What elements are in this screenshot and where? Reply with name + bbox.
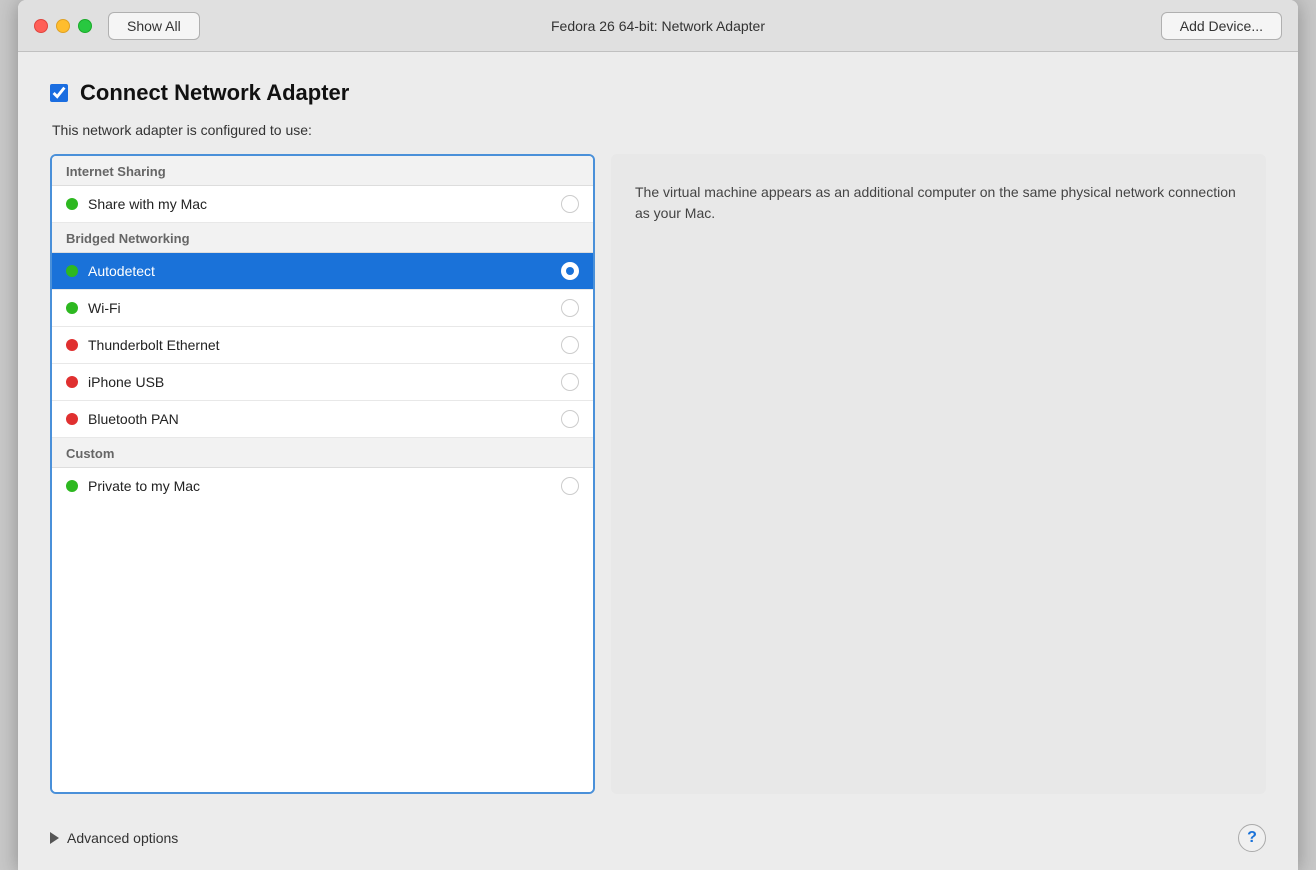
connect-title: Connect Network Adapter bbox=[80, 80, 349, 106]
radio-autodetect[interactable] bbox=[561, 262, 579, 280]
item-label-bluetooth: Bluetooth PAN bbox=[88, 411, 551, 427]
window-title: Fedora 26 64-bit: Network Adapter bbox=[551, 18, 765, 34]
help-button[interactable]: ? bbox=[1238, 824, 1266, 852]
radio-thunderbolt[interactable] bbox=[561, 336, 579, 354]
main-window: Show All Fedora 26 64-bit: Network Adapt… bbox=[18, 0, 1298, 870]
status-dot-private bbox=[66, 480, 78, 492]
radio-wifi[interactable] bbox=[561, 299, 579, 317]
radio-share-mac[interactable] bbox=[561, 195, 579, 213]
section-header-bridged: Bridged Networking bbox=[52, 223, 593, 253]
bottom-bar: Advanced options ? bbox=[18, 814, 1298, 870]
close-button[interactable] bbox=[34, 19, 48, 33]
status-dot-bluetooth bbox=[66, 413, 78, 425]
list-item-bluetooth[interactable]: Bluetooth PAN bbox=[52, 401, 593, 438]
status-dot-green bbox=[66, 198, 78, 210]
radio-private-mac[interactable] bbox=[561, 477, 579, 495]
item-label-wifi: Wi-Fi bbox=[88, 300, 551, 316]
list-item-thunderbolt[interactable]: Thunderbolt Ethernet bbox=[52, 327, 593, 364]
list-item-share-mac[interactable]: Share with my Mac bbox=[52, 186, 593, 223]
network-list-panel: Internet Sharing Share with my Mac Bridg… bbox=[50, 154, 595, 794]
advanced-options-toggle[interactable]: Advanced options bbox=[50, 830, 178, 846]
list-item-iphone-usb[interactable]: iPhone USB bbox=[52, 364, 593, 401]
content-area: Connect Network Adapter This network ada… bbox=[18, 52, 1298, 814]
list-item-wifi[interactable]: Wi-Fi bbox=[52, 290, 593, 327]
item-label-private-mac: Private to my Mac bbox=[88, 478, 551, 494]
section-header-custom: Custom bbox=[52, 438, 593, 468]
status-dot-wifi bbox=[66, 302, 78, 314]
section-header-internet-sharing: Internet Sharing bbox=[52, 156, 593, 186]
description-text: The virtual machine appears as an additi… bbox=[635, 182, 1242, 224]
status-dot-iphone bbox=[66, 376, 78, 388]
show-all-button[interactable]: Show All bbox=[108, 12, 200, 40]
description-panel: The virtual machine appears as an additi… bbox=[611, 154, 1266, 794]
status-dot-thunderbolt bbox=[66, 339, 78, 351]
panels-row: Internet Sharing Share with my Mac Bridg… bbox=[50, 154, 1266, 794]
item-label-iphone-usb: iPhone USB bbox=[88, 374, 551, 390]
advanced-options-label: Advanced options bbox=[67, 830, 178, 846]
connect-header: Connect Network Adapter bbox=[50, 80, 1266, 106]
configured-text: This network adapter is configured to us… bbox=[52, 122, 1266, 138]
list-item-autodetect[interactable]: Autodetect bbox=[52, 253, 593, 290]
minimize-button[interactable] bbox=[56, 19, 70, 33]
list-item-private-mac[interactable]: Private to my Mac bbox=[52, 468, 593, 504]
add-device-button[interactable]: Add Device... bbox=[1161, 12, 1282, 40]
status-dot-autodetect bbox=[66, 265, 78, 277]
list-filler bbox=[52, 504, 593, 792]
traffic-lights bbox=[34, 19, 92, 33]
connect-checkbox[interactable] bbox=[50, 84, 68, 102]
item-label-thunderbolt: Thunderbolt Ethernet bbox=[88, 337, 551, 353]
maximize-button[interactable] bbox=[78, 19, 92, 33]
triangle-icon bbox=[50, 832, 59, 844]
item-label-share-mac: Share with my Mac bbox=[88, 196, 551, 212]
titlebar: Show All Fedora 26 64-bit: Network Adapt… bbox=[18, 0, 1298, 52]
radio-bluetooth[interactable] bbox=[561, 410, 579, 428]
item-label-autodetect: Autodetect bbox=[88, 263, 551, 279]
radio-iphone-usb[interactable] bbox=[561, 373, 579, 391]
